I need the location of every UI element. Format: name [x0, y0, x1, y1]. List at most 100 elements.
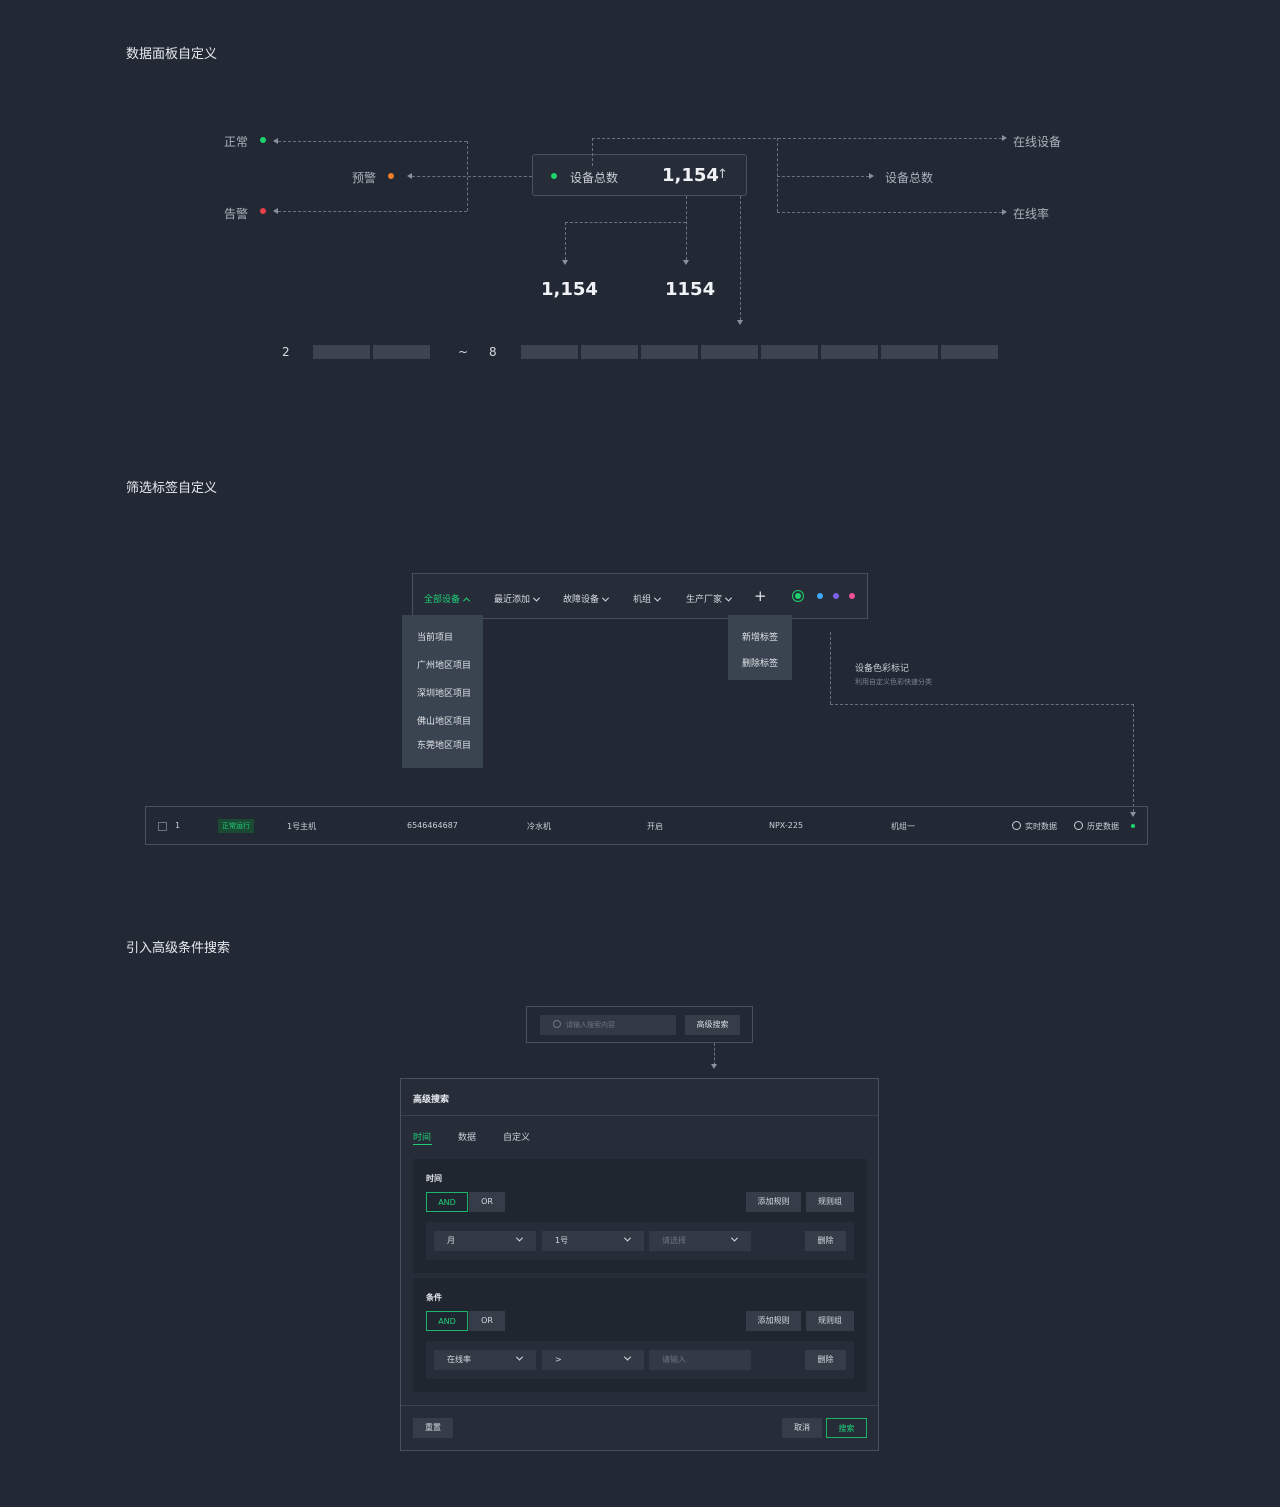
day-select[interactable]: 1号	[542, 1231, 644, 1251]
device-name: 1号主机	[287, 822, 317, 831]
connector	[592, 138, 593, 166]
online-rate-label: 在线率	[1013, 207, 1050, 221]
device-state: 开启	[647, 822, 663, 831]
range-segment	[701, 345, 758, 359]
search-input[interactable]: 请输入搜索内容	[540, 1015, 676, 1035]
range-segment	[373, 345, 430, 359]
device-code: 6546464687	[407, 821, 458, 830]
range-separator: ~	[458, 345, 469, 359]
tab-all-devices[interactable]: 全部设备	[424, 592, 471, 605]
history-data-link[interactable]: 历史数据	[1074, 821, 1119, 832]
tab-time[interactable]: 时间	[413, 1130, 431, 1143]
status-warning-dot	[388, 173, 394, 179]
connector	[777, 176, 869, 177]
note-desc: 利用自定义色彩快速分类	[855, 678, 932, 686]
device-type: 冷水机	[527, 822, 551, 831]
realtime-icon	[1012, 821, 1021, 830]
value-input[interactable]: 请输入	[649, 1350, 751, 1370]
and-toggle[interactable]: AND	[426, 1311, 468, 1331]
select-value: 月	[447, 1236, 455, 1245]
advanced-search-button[interactable]: 高级搜索	[685, 1015, 740, 1035]
dropdown-item[interactable]: 深圳地区项目	[417, 686, 471, 699]
format-comma-value: 1,154	[541, 279, 598, 300]
add-rule-button[interactable]: 添加规则	[746, 1192, 801, 1212]
tab-custom[interactable]: 自定义	[503, 1130, 530, 1143]
connector	[278, 141, 467, 142]
tab-recently-added[interactable]: 最近添加	[494, 592, 541, 605]
tab-data[interactable]: 数据	[458, 1130, 476, 1143]
dropdown-item[interactable]: 广州地区项目	[417, 658, 471, 671]
connector	[1133, 704, 1134, 812]
arrow-down-icon	[562, 260, 568, 265]
row-checkbox[interactable]	[158, 822, 167, 831]
range-to: 8	[489, 345, 497, 359]
search-icon	[553, 1020, 561, 1028]
tag-menu	[728, 615, 792, 680]
realtime-data-link[interactable]: 实时数据	[1012, 821, 1057, 832]
tab-indicator	[413, 1144, 432, 1145]
add-tag-item[interactable]: 新增标签	[742, 630, 778, 643]
cancel-button[interactable]: 取消	[782, 1418, 822, 1438]
connector	[777, 138, 778, 212]
connector	[278, 211, 467, 212]
option-select[interactable]: 请选择	[649, 1231, 751, 1251]
online-devices-label: 在线设备	[1013, 135, 1062, 149]
device-model: NPX-225	[769, 821, 804, 830]
delete-rule-button[interactable]: 删除	[805, 1231, 846, 1251]
search-button[interactable]: 搜索	[826, 1418, 867, 1438]
link-label: 历史数据	[1087, 822, 1119, 831]
color-dot-purple[interactable]	[833, 593, 839, 599]
connector	[412, 176, 532, 177]
status-warning-label: 预警	[352, 171, 377, 185]
reset-button[interactable]: 重置	[413, 1418, 453, 1438]
delete-rule-button[interactable]: 删除	[805, 1350, 846, 1370]
rule-group-button[interactable]: 规则组	[806, 1311, 854, 1331]
arrow-left-icon	[273, 138, 278, 144]
section-title-advanced: 引入高级条件搜索	[126, 941, 231, 956]
tab-manufacturer[interactable]: 生产厂家	[686, 592, 733, 605]
delete-tag-item[interactable]: 删除标签	[742, 656, 778, 669]
arrow-right-icon	[1002, 209, 1007, 215]
dropdown-item[interactable]: 东莞地区项目	[417, 738, 471, 751]
color-dot-green	[795, 593, 801, 599]
month-select[interactable]: 月	[434, 1231, 536, 1251]
row-color-dot	[1131, 824, 1135, 828]
add-rule-button[interactable]: 添加规则	[746, 1311, 801, 1331]
operator-select[interactable]: >	[542, 1350, 644, 1370]
range-segment	[761, 345, 818, 359]
chevron-down-icon	[623, 1353, 632, 1361]
arrow-down-icon	[711, 1064, 717, 1069]
status-badge: 正常运行	[218, 819, 254, 833]
trend-up-icon: ↑	[717, 167, 728, 182]
section-title-dashboard: 数据面板自定义	[126, 47, 218, 62]
connector	[565, 222, 686, 223]
block-title: 条件	[426, 1293, 442, 1302]
tab-label: 最近添加	[494, 595, 531, 605]
chevron-down-icon	[724, 594, 733, 602]
tab-faulty-devices[interactable]: 故障设备	[563, 592, 610, 605]
select-placeholder: 请选择	[662, 1236, 686, 1245]
link-label: 实时数据	[1025, 822, 1057, 831]
tab-unit-group[interactable]: 机组	[633, 592, 662, 605]
dropdown-item[interactable]: 当前项目	[417, 630, 453, 643]
select-value: 1号	[555, 1236, 569, 1245]
or-toggle[interactable]: OR	[469, 1311, 505, 1331]
and-toggle[interactable]: AND	[426, 1192, 468, 1212]
or-toggle[interactable]: OR	[469, 1192, 505, 1212]
input-placeholder: 请输入	[662, 1355, 686, 1364]
arrow-left-icon	[273, 208, 278, 214]
color-dot-pink[interactable]	[849, 593, 855, 599]
metric-select[interactable]: 在线率	[434, 1350, 536, 1370]
connector	[740, 196, 741, 320]
color-dot-blue[interactable]	[817, 593, 823, 599]
dropdown-item[interactable]: 佛山地区项目	[417, 714, 471, 727]
plus-icon[interactable]: +	[754, 587, 767, 605]
rule-group-button[interactable]: 规则组	[806, 1192, 854, 1212]
range-segment	[941, 345, 998, 359]
status-alarm-dot	[260, 208, 266, 214]
section-title-filter: 筛选标签自定义	[126, 481, 218, 496]
tab-label: 机组	[633, 595, 652, 605]
chevron-down-icon	[601, 594, 610, 602]
block-title: 时间	[426, 1174, 442, 1183]
connector	[830, 632, 831, 704]
